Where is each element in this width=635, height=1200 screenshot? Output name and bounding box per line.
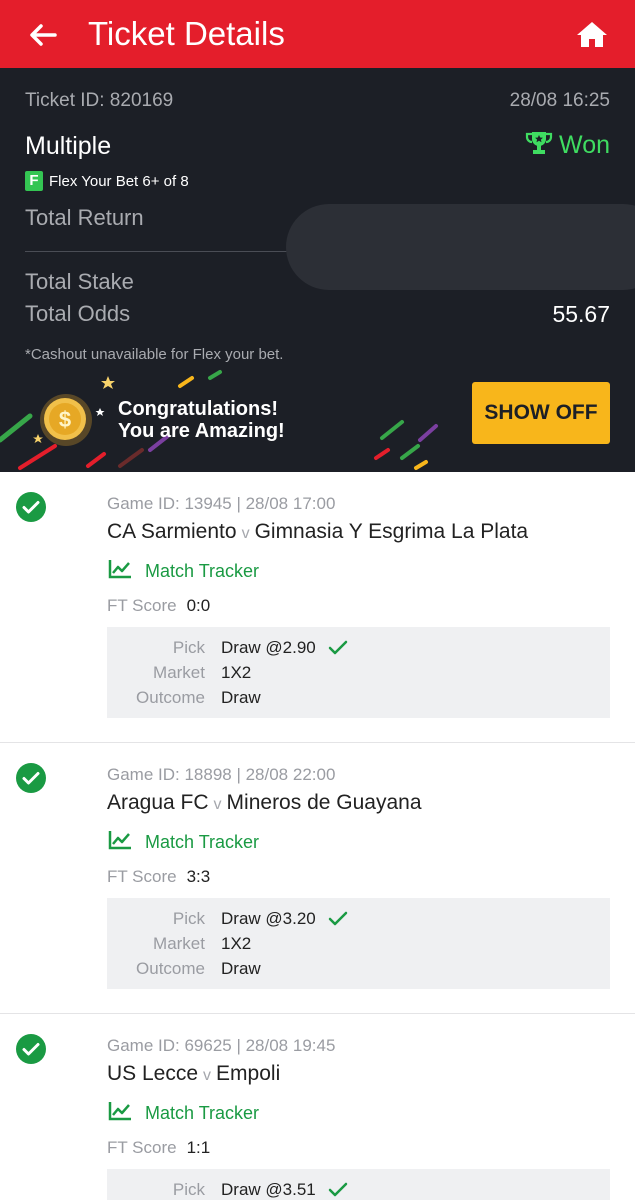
pick-value: Draw @3.20	[221, 908, 316, 928]
match-tracker-label: Match Tracker	[145, 561, 260, 581]
flex-label: Flex Your Bet 6+ of 8	[49, 172, 189, 190]
pick-row: Pick Draw @3.51	[107, 1177, 610, 1200]
away-team: Mineros de Guayana	[226, 791, 422, 814]
ft-score-label: FT Score	[107, 1138, 177, 1157]
bet-item: Game ID: 18898 | 28/08 22:00 Aragua FC v M…	[0, 743, 635, 1014]
total-odds-value: 55.67	[552, 301, 610, 327]
ft-score-label: FT Score	[107, 596, 177, 615]
outcome-value: Draw	[221, 687, 261, 707]
match-teams: CA Sarmiento v Gimnasia Y Esgrima La Plata	[107, 520, 528, 544]
flex-icon: F	[25, 171, 43, 191]
bet-type: Multiple	[25, 132, 112, 160]
congrats-banner: Congratulations! You are Amazing!	[118, 398, 285, 442]
check-circle-icon	[16, 763, 46, 793]
ticket-summary: Ticket ID: 820169 28/08 16:25 Multiple W…	[0, 68, 635, 472]
coin-icon: $	[38, 392, 98, 453]
status-badge: Won	[525, 130, 610, 161]
market-value: 1X2	[221, 933, 252, 953]
match-tracker-link[interactable]: Match Tracker	[107, 558, 259, 585]
line-chart-icon	[107, 558, 133, 585]
home-team: Aragua FC	[107, 791, 209, 814]
line-chart-icon	[107, 829, 133, 856]
pick-row: Pick Draw @3.20	[107, 906, 610, 931]
away-team: Empoli	[216, 1062, 281, 1085]
game-info: Game ID: 18898 | 28/08 22:00	[107, 765, 336, 784]
ticket-id: Ticket ID: 820169	[25, 90, 174, 111]
home-icon[interactable]	[574, 17, 610, 53]
ft-score-value: 3:3	[186, 867, 211, 886]
check-icon	[328, 1182, 347, 1196]
ft-score: FT Score 1:1	[107, 1138, 210, 1158]
market-row: Market 1X2	[107, 660, 610, 685]
ticket-datetime: 28/08 16:25	[509, 90, 610, 111]
check-icon	[328, 911, 347, 925]
outcome-label: Outcome	[136, 687, 205, 707]
pick-label: Pick	[172, 1179, 205, 1199]
match-tracker-label: Match Tracker	[145, 832, 260, 852]
match-tracker-link[interactable]: Match Tracker	[107, 1100, 259, 1127]
market-label: Market	[153, 933, 205, 953]
page-title: Ticket Details	[88, 15, 285, 52]
match-tracker-label: Match Tracker	[145, 1103, 260, 1123]
outcome-row: Outcome Draw	[107, 956, 610, 981]
pick-row: Pick Draw @2.90	[107, 635, 610, 660]
cashout-note: *Cashout unavailable for Flex your bet.	[25, 346, 284, 363]
bet-item: Game ID: 13945 | 28/08 17:00 CA Sarmient…	[0, 472, 635, 743]
total-odds-label: Total Odds	[25, 301, 131, 326]
match-teams: US Lecce v Empoli	[107, 1062, 280, 1086]
ft-score: FT Score 3:3	[107, 867, 210, 887]
congrats-line2: You are Amazing!	[118, 420, 285, 442]
game-info: Game ID: 13945 | 28/08 17:00	[107, 494, 336, 513]
check-circle-icon	[16, 1034, 46, 1064]
bet-item: Game ID: 69625 | 28/08 19:45 US Lecce v Em…	[0, 1014, 635, 1200]
line-chart-icon	[107, 1100, 133, 1127]
ft-score-value: 0:0	[186, 596, 211, 615]
total-stake-label: Total Stake	[25, 269, 134, 294]
back-arrow-icon[interactable]	[26, 18, 60, 52]
total-return-label: Total Return	[25, 205, 144, 230]
game-info: Game ID: 69625 | 28/08 19:45	[107, 1036, 336, 1055]
ft-score: FT Score 0:0	[107, 596, 210, 616]
redaction-mask	[286, 204, 635, 290]
svg-text:$: $	[59, 407, 71, 432]
pick-label: Pick	[172, 637, 205, 657]
market-row: Market 1X2	[107, 931, 610, 956]
pick-value: Draw @2.90	[221, 637, 316, 657]
selection-detail: Pick Draw @3.20 Market 1X2 Outcome Draw	[107, 898, 610, 989]
versus: v	[203, 1067, 212, 1084]
market-label: Market	[153, 662, 205, 682]
show-off-button[interactable]: SHOW OFF	[472, 382, 610, 444]
selection-detail: Pick Draw @3.51	[107, 1169, 610, 1200]
away-team: Gimnasia Y Esgrima La Plata	[254, 520, 529, 543]
pick-value: Draw @3.51	[221, 1179, 316, 1199]
home-team: US Lecce	[107, 1062, 199, 1085]
ft-score-value: 1:1	[186, 1138, 211, 1157]
market-value: 1X2	[221, 662, 252, 682]
congrats-line1: Congratulations!	[118, 398, 278, 420]
outcome-value: Draw	[221, 958, 261, 978]
check-circle-icon	[16, 492, 46, 522]
flex-bet-row: F Flex Your Bet 6+ of 8	[25, 171, 189, 191]
divider	[25, 251, 287, 252]
match-teams: Aragua FC v Mineros de Guayana	[107, 791, 422, 815]
match-tracker-link[interactable]: Match Tracker	[107, 829, 259, 856]
versus: v	[213, 796, 222, 813]
check-icon	[328, 640, 347, 654]
outcome-row: Outcome Draw	[107, 685, 610, 710]
home-team: CA Sarmiento	[107, 520, 237, 543]
top-bar: Ticket Details	[0, 0, 635, 68]
selection-detail: Pick Draw @2.90 Market 1X2 Outcome Draw	[107, 627, 610, 718]
ft-score-label: FT Score	[107, 867, 177, 886]
trophy-icon	[525, 130, 553, 161]
versus: v	[241, 525, 250, 542]
pick-label: Pick	[172, 908, 205, 928]
status-text: Won	[559, 131, 610, 159]
outcome-label: Outcome	[136, 958, 205, 978]
